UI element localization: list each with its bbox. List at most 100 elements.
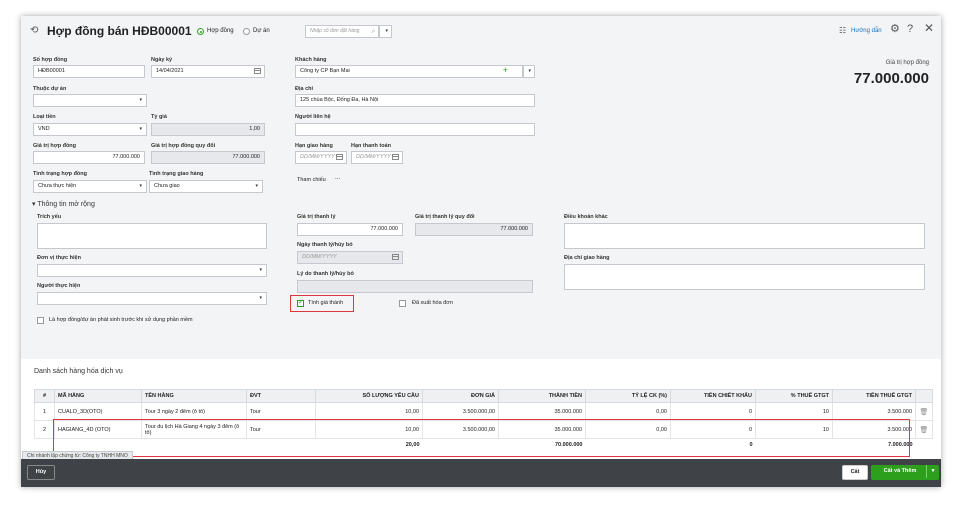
liq-conv-label: Giá trị thanh lý quy đổi xyxy=(415,214,475,220)
delivery-deadline-label: Hạn giao hàng xyxy=(295,143,333,149)
cell-code[interactable]: CUALO_3D(OTO) xyxy=(54,402,142,421)
liq-date-input[interactable]: DD/MM/YYYY xyxy=(297,251,403,264)
customer-value: Công ty CP Bạn Mai xyxy=(300,68,350,74)
delivery-status-value: Chưa giao xyxy=(154,183,180,189)
calendar-icon[interactable] xyxy=(336,154,343,160)
items-section: Danh sách hàng hóa dịch vụ # MÃ HÀNG TÊN… xyxy=(21,359,941,461)
liq-date-label: Ngày thanh lý/hủy bỏ xyxy=(297,242,353,248)
cell-discount-rate[interactable]: 0,00 xyxy=(585,402,671,421)
calendar-icon[interactable] xyxy=(392,154,399,160)
contact-label: Người liên hệ xyxy=(295,114,331,120)
delivery-status-select[interactable]: Chưa giao ▾ xyxy=(149,180,263,193)
terms-label: Điều khoản khác xyxy=(564,214,608,220)
contact-input[interactable] xyxy=(295,123,535,136)
liq-reason-input[interactable] xyxy=(297,280,533,293)
col-code: MÃ HÀNG xyxy=(54,389,142,403)
reference-label: Tham chiếu xyxy=(297,177,326,183)
invoiced-checkbox[interactable] xyxy=(399,300,406,307)
payment-deadline-placeholder: DD/MM/YYYY xyxy=(356,154,391,160)
delivery-addr-input[interactable] xyxy=(564,264,925,290)
customer-label: Khách hàng xyxy=(295,57,327,63)
trash-icon[interactable]: 🗑 xyxy=(915,420,933,439)
close-icon[interactable]: ✕ xyxy=(924,22,934,34)
col-discount-rate: TỶ LỆ CK (%) xyxy=(585,389,671,403)
add-icon[interactable]: + xyxy=(503,66,508,76)
prior-checkbox[interactable] xyxy=(37,317,44,324)
value-input[interactable]: 77.000.000 xyxy=(33,151,145,164)
total-cell xyxy=(915,438,933,450)
help-link[interactable]: Hướng dẫn xyxy=(851,28,882,34)
summary-value: 77.000.000 xyxy=(853,70,929,87)
order-search-dropdown[interactable]: ▾ xyxy=(379,25,392,38)
terms-input[interactable] xyxy=(564,223,925,249)
chevron-down-icon[interactable]: ▾ xyxy=(926,465,939,478)
contract-no-input[interactable]: HĐB00001 xyxy=(33,65,145,78)
help-icon[interactable]: ? xyxy=(907,24,913,35)
cell-price[interactable]: 3.500.000,00 xyxy=(422,402,499,421)
payment-deadline-input[interactable]: DD/MM/YYYY xyxy=(351,151,403,164)
abstract-input[interactable] xyxy=(37,223,267,249)
project-select[interactable]: ▾ xyxy=(33,94,147,107)
date-input[interactable]: 14/04/2021 xyxy=(151,65,265,78)
contract-status-value: Chưa thực hiện xyxy=(38,183,77,189)
chevron-down-icon: ▾ xyxy=(139,183,142,189)
chevron-down-icon: ▾ xyxy=(528,68,531,74)
address-input[interactable]: 125 chùa Bộc, Đống Đa, Hà Nội xyxy=(295,94,535,107)
liq-value-input[interactable]: 77.000.000 xyxy=(297,223,403,236)
delivery-deadline-placeholder: DD/MM/YYYY xyxy=(300,154,335,160)
delivery-deadline-input[interactable]: DD/MM/YYYY xyxy=(295,151,347,164)
col-vat-rate: % THUẾ GTGT xyxy=(755,389,833,403)
calendar-icon[interactable] xyxy=(392,254,399,260)
delivery-addr-label: Địa chỉ giao hàng xyxy=(564,255,610,261)
save-add-button[interactable]: Cất và Thêm ▾ xyxy=(871,465,939,480)
unit-select[interactable]: ▾ xyxy=(37,264,267,277)
cancel-button[interactable]: Hủy xyxy=(27,465,55,480)
customer-dropdown[interactable]: ▾ xyxy=(523,65,535,78)
cell-unit[interactable]: Tour xyxy=(246,402,316,421)
order-search-input[interactable]: Nhập số đơn đặt hàng ⌕ xyxy=(305,25,379,38)
cell-qty[interactable]: 10,00 xyxy=(315,402,423,421)
col-actions xyxy=(915,389,933,403)
performer-select[interactable]: ▾ xyxy=(37,292,267,305)
page-title: Hợp đồng bán HĐB00001 xyxy=(47,24,192,38)
currency-value: VND xyxy=(38,126,50,132)
gear-icon[interactable]: ⚙ xyxy=(890,24,900,35)
col-name: TÊN HÀNG xyxy=(141,389,247,403)
col-qty: SỐ LƯỢNG YÊU CẦU xyxy=(315,389,423,403)
save-button[interactable]: Cất xyxy=(842,465,868,480)
trash-icon[interactable]: 🗑 xyxy=(915,402,933,421)
liq-reason-label: Lý do thanh lý/hủy bỏ xyxy=(297,271,354,277)
currency-select[interactable]: VND ▾ xyxy=(33,123,147,136)
reference-link[interactable]: ... xyxy=(335,175,340,181)
cell-name[interactable]: Tour 3 ngày 2 đêm (ô tô) xyxy=(141,402,247,421)
cell-vat-rate[interactable]: 10 xyxy=(755,402,833,421)
guide-icon[interactable]: ☷ xyxy=(839,26,846,35)
grid-title: Danh sách hàng hóa dịch vụ xyxy=(34,368,123,375)
radio-project[interactable] xyxy=(243,28,250,35)
cell-index: 2 xyxy=(34,420,55,439)
value-conv-label: Giá trị hợp đồng quy đổi xyxy=(151,143,216,149)
radio-contract[interactable] xyxy=(197,28,204,35)
customer-input[interactable]: Công ty CP Bạn Mai + xyxy=(295,65,523,78)
col-price: ĐƠN GIÁ xyxy=(422,389,499,403)
cell-vat-amount[interactable]: 3.500.000 xyxy=(832,402,916,421)
calc-cost-checkbox[interactable] xyxy=(297,298,304,307)
contract-status-select[interactable]: Chưa thực hiện ▾ xyxy=(33,180,147,193)
chevron-down-icon: ▾ xyxy=(139,97,142,103)
search-icon: ⌕ xyxy=(371,28,375,35)
extended-info-toggle[interactable]: ▾ Thông tin mở rộng xyxy=(32,200,95,208)
performer-label: Người thực hiện xyxy=(37,283,81,289)
rate-input[interactable]: 1,00 xyxy=(151,123,265,136)
project-label: Thuộc dự án xyxy=(33,86,67,92)
liq-conv-input[interactable]: 77.000.000 xyxy=(415,223,533,236)
cell-amount[interactable]: 35.000.000 xyxy=(498,402,586,421)
calendar-icon[interactable] xyxy=(254,68,261,74)
cell-discount-amount[interactable]: 0 xyxy=(670,402,756,421)
chevron-down-icon: ▾ xyxy=(255,183,258,189)
history-icon[interactable]: ⟲ xyxy=(30,26,38,36)
value-conv-input[interactable]: 77.000.000 xyxy=(151,151,265,164)
contract-status-label: Tình trạng hợp đồng xyxy=(33,171,88,177)
chevron-down-icon: ▾ xyxy=(139,126,142,132)
table-row[interactable]: 1 CUALO_3D(OTO) Tour 3 ngày 2 đêm (ô tô)… xyxy=(34,402,933,421)
col-unit: ĐVT xyxy=(246,389,316,403)
